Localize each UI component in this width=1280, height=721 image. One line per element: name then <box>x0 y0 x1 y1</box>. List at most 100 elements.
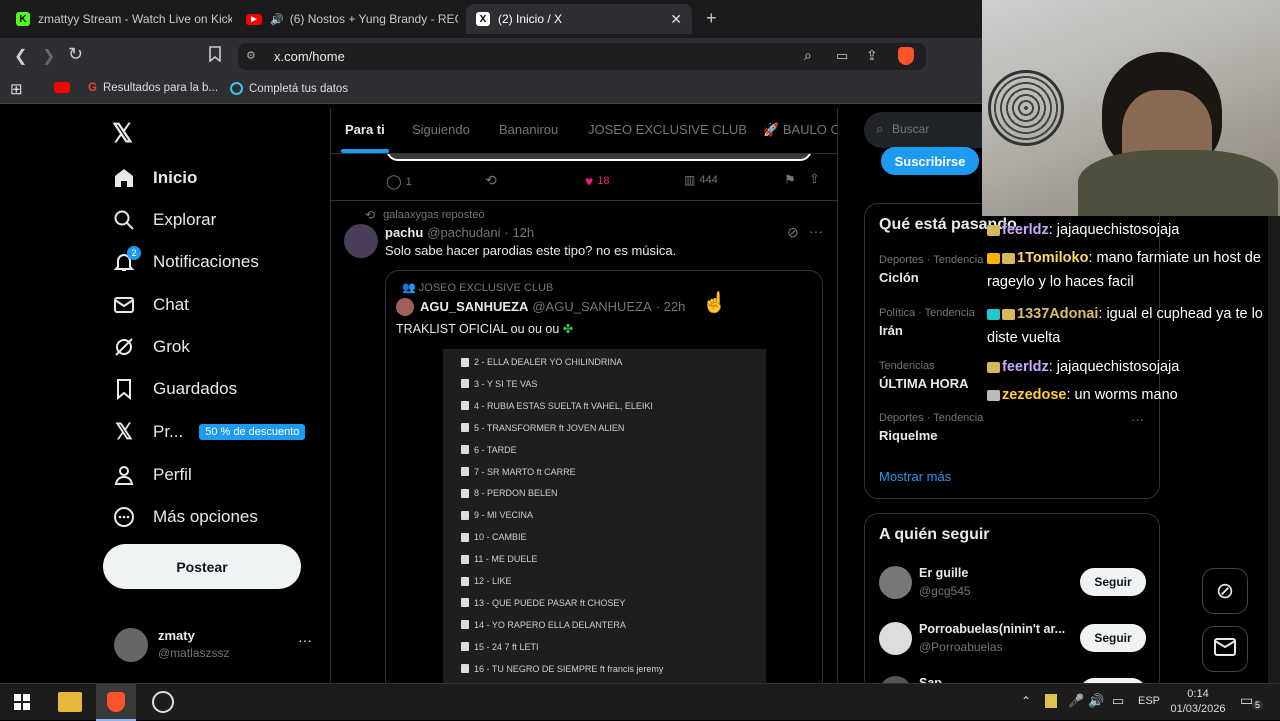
nav-premium[interactable]: 𝕏 Pr... 50 % de descuento <box>113 417 306 447</box>
nav-home[interactable]: Inicio <box>113 163 197 193</box>
more-icon[interactable]: ··· <box>809 223 823 239</box>
account-name: zmaty <box>158 628 195 643</box>
badge-icon <box>1002 308 1015 320</box>
community-label[interactable]: 👥 JOSEO EXCLUSIVE CLUB <box>402 281 553 294</box>
nav-label: Inicio <box>153 168 198 187</box>
avatar <box>114 628 148 662</box>
bookmark-completa[interactable]: Completá tus datos <box>230 82 348 95</box>
nav-explore[interactable]: Explorar <box>113 205 216 235</box>
nav-chat[interactable]: Chat <box>113 290 189 320</box>
bookmark-icon[interactable]: ⚑ <box>784 172 796 188</box>
clock[interactable]: 0:14 01/03/2026 <box>1168 687 1228 717</box>
file-explorer-icon[interactable] <box>58 692 82 712</box>
repost-icon[interactable]: ⟲ <box>485 172 497 189</box>
network-icon[interactable]: ▭ <box>1112 693 1124 709</box>
account-switcher[interactable]: zmaty @matlaszssz ··· <box>114 626 324 666</box>
tab-kick[interactable]: K zmattyy Stream - Watch Live on Kick <box>6 4 232 34</box>
reply-action[interactable]: ◯ 1 <box>386 173 412 190</box>
cast-icon[interactable]: ▭ <box>836 48 848 64</box>
chevron-up-icon[interactable]: ⌃ <box>1021 694 1031 708</box>
track-title: 5 - TRANSFORMER ft JOVEN ALIEN <box>474 422 625 433</box>
trend-item[interactable]: Deportes · Tendencia Ciclón <box>879 254 983 285</box>
nav-notifications[interactable]: 2 Notificaciones <box>113 246 259 277</box>
nav-label: Perfil <box>153 465 192 484</box>
author-handle[interactable]: @pachudani <box>427 225 500 240</box>
brave-shield-icon[interactable] <box>898 47 914 65</box>
bookmark-label: Completá tus datos <box>249 82 349 95</box>
taskbar-brave[interactable] <box>96 684 136 721</box>
zoom-icon[interactable]: ⌕ <box>804 47 812 64</box>
tracklist-row: 2 - ELLA DEALER YO CHILINDRINA <box>461 357 622 367</box>
tweet-time[interactable]: · 12h <box>505 225 535 240</box>
tab-youtube[interactable]: ▶ 🔊 (6) Nostos + Yung Brandy - RECU <box>236 4 458 34</box>
language-indicator[interactable]: ESP <box>1138 695 1160 707</box>
follow-suggestion[interactable]: Er guille @gcg545 Seguir <box>879 564 1149 604</box>
forward-icon[interactable]: ❯ <box>42 46 55 66</box>
who-to-follow-panel: A quién seguir Er guille @gcg545 Seguir … <box>864 513 1160 693</box>
new-tab-icon[interactable]: + <box>706 8 717 29</box>
url-text: x.com/home <box>274 49 345 64</box>
close-tab-icon[interactable]: ✕ <box>670 11 682 28</box>
repost-icon: ⟲ <box>365 208 376 222</box>
grok-float-button[interactable]: ⊘ <box>1202 568 1248 614</box>
track-title: 12 - LIKE <box>474 576 512 586</box>
notification-center-icon[interactable]: ▭ 5 <box>1240 692 1264 712</box>
bookmark-google[interactable]: G Resultados para la b... <box>88 82 218 94</box>
follow-button[interactable]: Seguir <box>1080 568 1146 596</box>
views-action[interactable]: ▥ 444 <box>684 173 718 187</box>
site-info-icon[interactable]: ⚙ <box>246 49 256 62</box>
tab-x[interactable]: X (2) Inicio / X ✕ <box>466 4 692 34</box>
share-icon[interactable]: ⇧ <box>809 171 820 187</box>
tray-app-icon[interactable] <box>1045 694 1057 708</box>
post-button[interactable]: Postear <box>103 544 301 589</box>
tab-baulo[interactable]: 🚀 BAULO CL <box>763 122 837 138</box>
tracklist-image[interactable]: 2 - ELLA DEALER YO CHILINDRINA 3 - Y SI T… <box>443 349 766 683</box>
bookmark-icon[interactable] <box>208 46 222 67</box>
follow-suggestion[interactable]: Porroabuelas(ninin't ar... @Porroabuelas… <box>879 620 1149 660</box>
share-icon[interactable]: ⇪ <box>866 47 878 64</box>
tab-for-you[interactable]: Para ti <box>345 122 385 137</box>
like-action[interactable]: ♥ 18 <box>585 173 610 189</box>
address-bar[interactable]: ⚙ x.com/home ⌕ ▭ ⇪ <box>238 43 926 70</box>
track-title: 15 - 24 7 ft LETI <box>474 641 539 652</box>
track-icon <box>461 401 469 411</box>
track-icon <box>461 642 469 652</box>
microphone-icon[interactable]: 🎤 <box>1068 693 1084 709</box>
nav-more[interactable]: Más opciones <box>113 502 258 532</box>
nav-grok[interactable]: Grok <box>113 332 190 362</box>
quote-text: TRAKLIST OFICIAL ou ou ou ✤ <box>396 322 574 336</box>
subscribe-button[interactable]: Suscribirse <box>881 147 979 175</box>
quote-tweet[interactable]: 👥 JOSEO EXCLUSIVE CLUB AGU_SANHUEZA @AGU… <box>385 270 823 683</box>
search-placeholder: Buscar <box>892 122 930 136</box>
author-name[interactable]: pachu <box>385 225 423 240</box>
nav-bookmarks[interactable]: Guardados <box>113 374 237 404</box>
messages-float-button[interactable] <box>1202 626 1248 672</box>
track-title: 11 - ME DUELE <box>474 554 538 565</box>
nav-profile[interactable]: Perfil <box>113 460 192 490</box>
bookmark-youtube[interactable] <box>54 82 70 93</box>
track-title: 10 - CAMBIE <box>474 532 527 543</box>
more-icon[interactable]: ··· <box>1131 412 1144 427</box>
more-icon[interactable]: ··· <box>298 632 312 648</box>
track-icon <box>461 488 469 498</box>
tracklist-row: 13 - QUE PUEDE PASAR ft CHOSEY <box>461 598 625 608</box>
reload-icon[interactable]: ↻ <box>68 44 83 65</box>
trend-item[interactable]: Política · Tendencia Irán <box>879 307 975 338</box>
obs-icon[interactable] <box>152 691 174 713</box>
tab-following[interactable]: Siguiendo <box>412 122 470 137</box>
windows-start-icon[interactable] <box>14 694 30 710</box>
x-logo-icon[interactable]: 𝕏 <box>112 118 133 149</box>
grok-icon[interactable]: ⊘ <box>787 224 799 241</box>
avatar[interactable] <box>344 224 378 258</box>
trend-item[interactable]: Deportes · Tendencia Riquelme <box>879 412 983 443</box>
divider <box>331 200 837 201</box>
show-more-link[interactable]: Mostrar más <box>879 469 951 484</box>
trend-item[interactable]: Tendencias ÚLTIMA HORA <box>879 360 969 391</box>
apps-grid-icon[interactable]: ⊞ <box>10 80 23 98</box>
tab-joseo[interactable]: JOSEO EXCLUSIVE CLUB <box>588 122 747 137</box>
speaker-icon[interactable]: 🔊 <box>1088 693 1104 709</box>
track-icon <box>461 357 469 367</box>
tab-bananirou[interactable]: Bananirou <box>499 122 558 137</box>
follow-button[interactable]: Seguir <box>1080 624 1146 652</box>
back-icon[interactable]: ❮ <box>14 46 27 66</box>
